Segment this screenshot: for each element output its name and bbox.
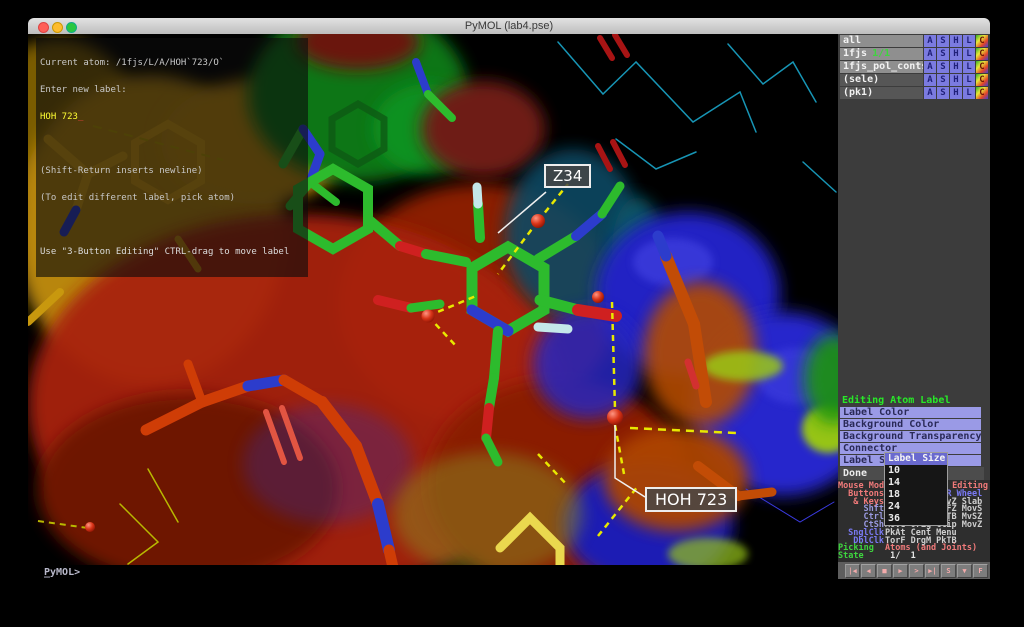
object-row-sele: (sele) A S H L C [840,74,988,86]
fast-forward-button[interactable]: ▶| [925,564,940,578]
text-cursor: _ [77,112,84,122]
menu-item-label-color[interactable]: Label Color [840,407,981,419]
action-button[interactable]: A [924,74,936,86]
color-button[interactable]: C [976,35,988,47]
pymol-window: PyMOL (lab4.pse) Current atom: /1fjs/L/A… [28,18,990,579]
action-button[interactable]: A [924,48,936,60]
action-button[interactable]: A [924,35,936,47]
show-button[interactable]: S [937,61,949,73]
fullscreen-button[interactable]: F [973,564,988,578]
title-bar[interactable]: PyMOL (lab4.pse) [28,18,990,35]
rock-button[interactable]: ▼ [957,564,972,578]
hide-button[interactable]: H [950,35,962,47]
window-title: PyMOL (lab4.pse) [464,20,554,32]
dropdown-item-36[interactable]: 36 [885,513,947,525]
hint-newline: (Shift-Return inserts newline) [40,166,203,176]
hide-button[interactable]: H [950,74,962,86]
show-button[interactable]: S [937,87,949,99]
state-row: State 1/ 1 [838,551,916,561]
rewind-button[interactable]: |◀ [845,564,860,578]
color-button[interactable]: C [976,48,988,60]
show-button[interactable]: S [937,35,949,47]
scene-button[interactable]: S [941,564,956,578]
menu-item-background-color[interactable]: Background Color [840,419,981,431]
prompt-cursor: _ [44,567,51,578]
label-size-dropdown: Label Size 10 14 18 24 36 [884,452,948,526]
step-back-button[interactable]: ◀ [861,564,876,578]
enter-label-text: Enter new label: [40,85,127,95]
label-button[interactable]: L [963,61,975,73]
dropdown-item-24[interactable]: 24 [885,501,947,513]
object-list: all A S H L C 1fjs 1/1 A S H L C 1fjs_pol… [840,35,988,100]
action-button[interactable]: A [924,87,936,99]
object-name[interactable]: (pk1) [840,87,923,99]
dropdown-item-14[interactable]: 14 [885,477,947,489]
show-button[interactable]: S [937,48,949,60]
scene-label-hoh723[interactable]: HOH 723 [645,487,738,512]
play-button[interactable]: ▶ [893,564,908,578]
object-name[interactable]: 1fjs_pol_conts [840,61,923,73]
hide-button[interactable]: H [950,87,962,99]
label-button[interactable]: L [963,48,975,60]
object-name[interactable]: (sele) [840,74,923,86]
hide-button[interactable]: H [950,61,962,73]
step-forward-button[interactable]: > [909,564,924,578]
hide-button[interactable]: H [950,48,962,60]
label-input-line[interactable]: HOH 723_ [40,113,304,122]
label-wizard-overlay: Current atom: /1fjs/L/A/HOH`723/O` Enter… [36,38,308,277]
molecule-viewport[interactable]: Current atom: /1fjs/L/A/HOH`723/O` Enter… [28,34,838,565]
object-row-1fjs-pol-conts: 1fjs_pol_conts A S H L C [840,61,988,73]
scene-label-z34[interactable]: Z34 [544,164,592,188]
hint-move-label: Use "3-Button Editing" CTRL-drag to move… [40,247,290,257]
current-atom-text: Current atom: /1fjs/L/A/HOH`723/O` [40,58,225,68]
label-button[interactable]: L [963,74,975,86]
object-row-1fjs: 1fjs 1/1 A S H L C [840,48,988,60]
stop-button[interactable]: ■ [877,564,892,578]
color-button[interactable]: C [976,87,988,99]
menu-item-background-transparency[interactable]: Background Transparency [840,431,981,443]
wizard-title: Editing Atom Label [842,395,951,406]
internal-gui-panel: all A S H L C 1fjs 1/1 A S H L C 1fjs_pol… [838,34,990,579]
object-name[interactable]: 1fjs 1/1 [840,48,923,60]
dropdown-title: Label Size [885,453,947,465]
hint-pick: (To edit different label, pick atom) [40,193,236,203]
object-row-pk1: (pk1) A S H L C [840,87,988,99]
color-button[interactable]: C [976,61,988,73]
color-button[interactable]: C [976,74,988,86]
object-name[interactable]: all [840,35,923,47]
state-badge: 1/1 [872,48,891,59]
dropdown-item-10[interactable]: 10 [885,465,947,477]
movie-controls: |◀ ◀ ■ ▶ > ▶| S ▼ F [838,562,990,579]
command-line[interactable]: PyMOL> _ [28,565,838,579]
action-button[interactable]: A [924,61,936,73]
label-button[interactable]: L [963,87,975,99]
object-row-all: all A S H L C [840,35,988,47]
label-button[interactable]: L [963,35,975,47]
show-button[interactable]: S [937,74,949,86]
dropdown-item-18[interactable]: 18 [885,489,947,501]
